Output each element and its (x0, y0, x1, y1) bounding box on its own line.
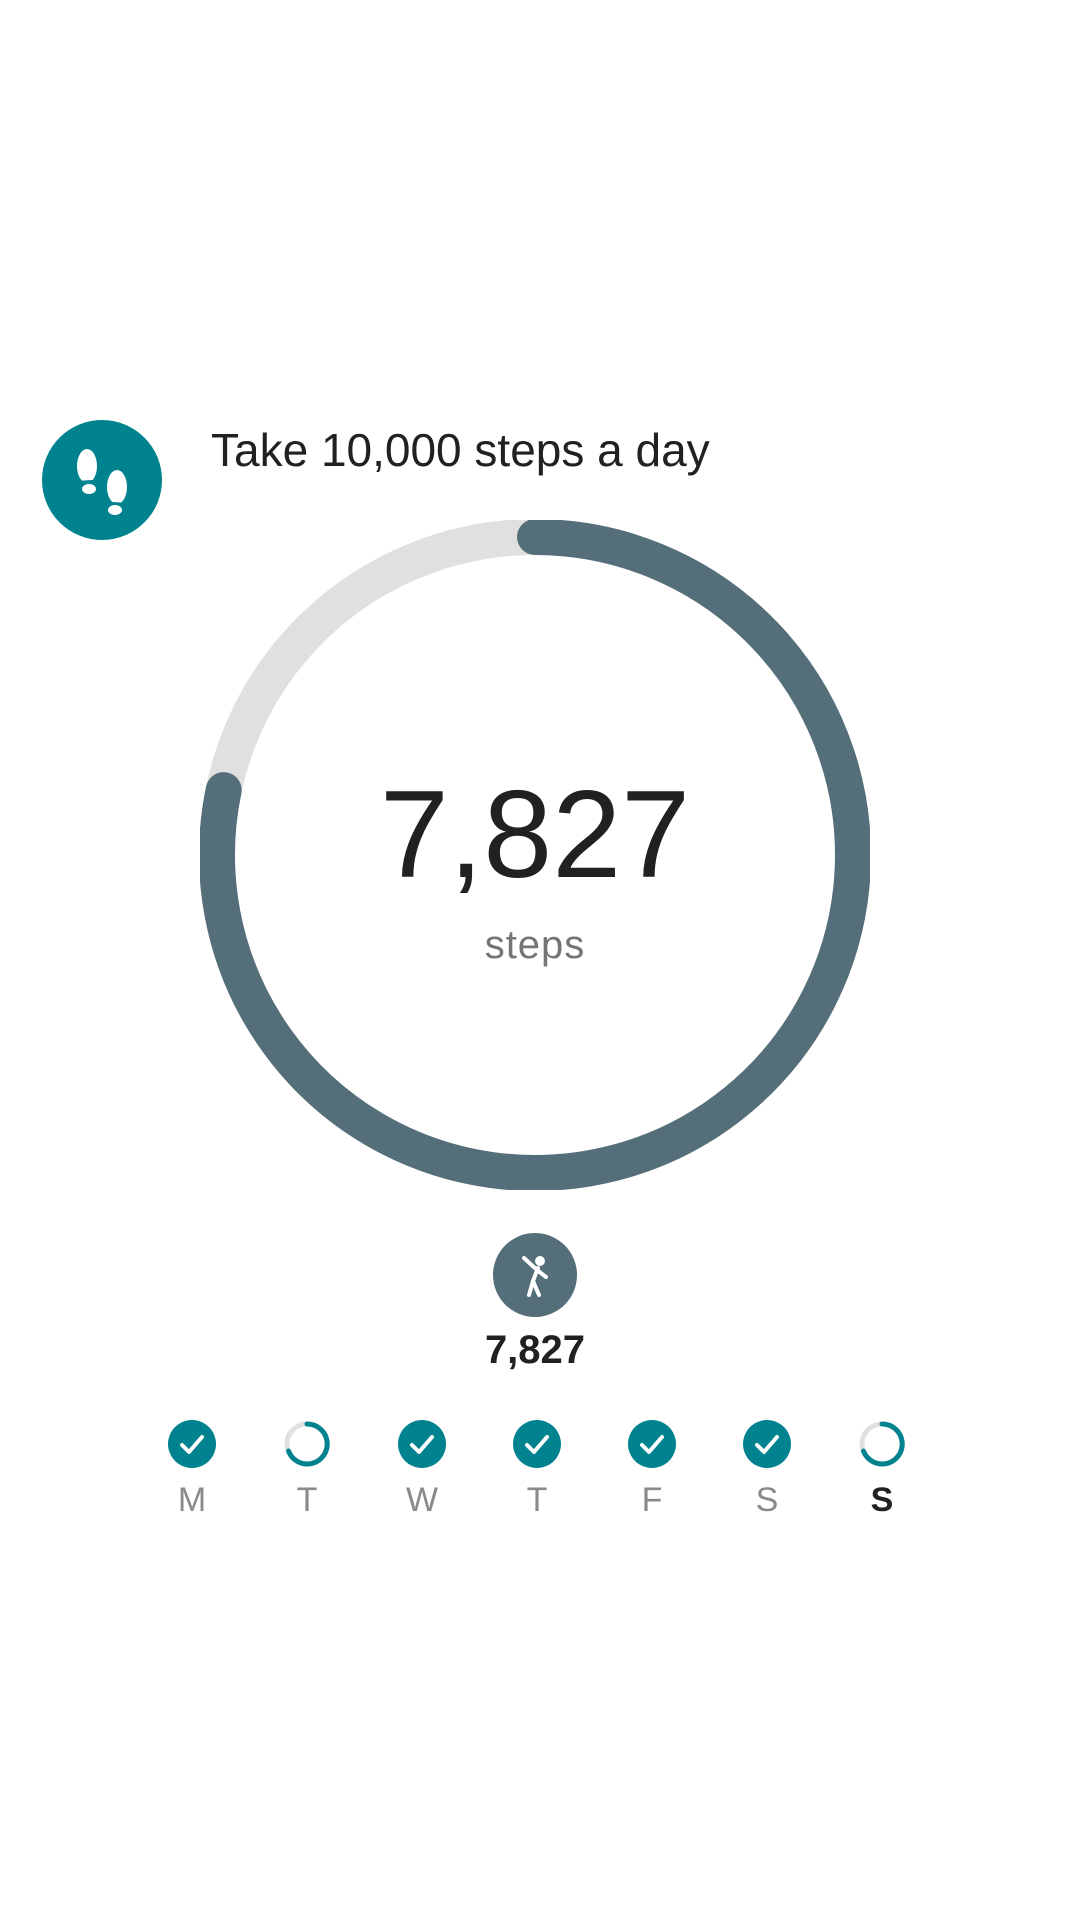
day-item[interactable]: M (147, 1420, 237, 1520)
day-label: T (296, 1481, 318, 1519)
day-label: T (526, 1481, 548, 1519)
day-item[interactable]: F (607, 1420, 697, 1520)
day-item[interactable]: T (492, 1420, 582, 1520)
day-label: S (870, 1481, 894, 1519)
check-circle-icon (398, 1420, 446, 1468)
activity-step-count: 7,827 (484, 1328, 586, 1372)
goal-title: Take 10,000 steps a day (211, 424, 710, 476)
partial-progress-ring-icon (859, 1421, 905, 1467)
day-item[interactable]: S (722, 1420, 812, 1520)
day-item[interactable]: T (262, 1420, 352, 1520)
check-circle-icon (628, 1420, 676, 1468)
day-label: S (755, 1481, 779, 1519)
footprints-icon (42, 420, 162, 540)
day-label: M (177, 1481, 207, 1519)
check-circle-icon (743, 1420, 791, 1468)
step-unit-label: steps (484, 923, 586, 967)
step-count: 7,827 (379, 766, 691, 904)
steps-goal-screen: Take 10,000 steps a day 7,827 steps 7,82… (0, 0, 1080, 1920)
check-circle-icon (513, 1420, 561, 1468)
day-label: F (641, 1481, 663, 1519)
person-walking-icon (493, 1233, 577, 1317)
day-label: W (405, 1481, 439, 1519)
day-item[interactable]: S (837, 1420, 927, 1520)
day-item[interactable]: W (377, 1420, 467, 1520)
check-circle-icon (168, 1420, 216, 1468)
partial-progress-ring-icon (284, 1421, 330, 1467)
